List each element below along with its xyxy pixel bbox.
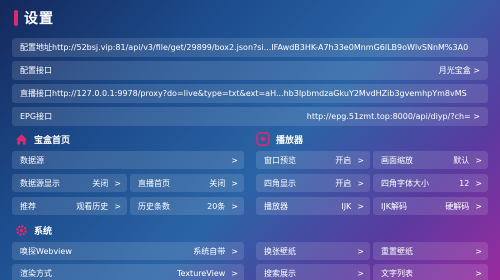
webview-label: 唤探Webview [20, 246, 72, 256]
recommend-label: 推荐 [20, 201, 36, 211]
render-mode-value: TextureView [177, 268, 226, 278]
corner-display-row[interactable]: 四角显示 开启 > [256, 174, 370, 192]
screen-scale-label: 画面缩放 [381, 155, 413, 165]
config-api-row[interactable]: 配置接口 月光宝盒 > [12, 61, 488, 80]
webview-value: 系统自带 [193, 246, 226, 256]
chevron-right-icon: > [357, 201, 364, 211]
live-home-value: 关闭 [209, 178, 226, 188]
section-home-header: 宝盒首页 [14, 130, 70, 148]
render-mode-label: 渲染方式 [20, 268, 52, 278]
screen-scale-value: 默认 [453, 155, 470, 165]
player-type-value: IJK [341, 201, 352, 211]
section-player-header: 播放器 [256, 130, 303, 148]
config-url-row[interactable]: 配置地址http://52bsj.vip:81/api/v3/file/get/… [12, 38, 488, 57]
chevron-right-icon: > [475, 246, 482, 256]
chevron-right-icon: > [475, 178, 482, 188]
section-system-header: 系统 [14, 221, 52, 239]
history-count-row[interactable]: 历史条数 20条 > [130, 197, 244, 215]
reset-wallpaper-label: 重置壁纸 [381, 246, 413, 256]
ijk-decode-row[interactable]: IJK解码 硬解码 > [373, 197, 488, 215]
corner-font-size-value: 12 [459, 178, 470, 188]
change-wallpaper-label: 换张壁纸 [264, 246, 296, 256]
home-icon [14, 132, 28, 146]
window-preview-value: 开启 [335, 155, 352, 165]
text-list-label: 文字列表 [381, 268, 413, 278]
chevron-right-icon: > [231, 268, 238, 278]
data-source-display-label: 数据源显示 [20, 178, 60, 188]
chevron-right-icon: > [114, 201, 121, 211]
ijk-decode-value: 硬解码 [445, 201, 470, 211]
chevron-right-icon: > [475, 155, 482, 165]
epg-api-label: EPG接口 [20, 112, 53, 121]
window-preview-row[interactable]: 窗口预览 开启 > [256, 151, 370, 169]
page-title: 设置 [24, 11, 54, 27]
change-wallpaper-row[interactable]: 换张壁纸 > [256, 242, 370, 260]
chevron-right-icon: > [475, 268, 482, 278]
player-type-label: 播放器 [264, 201, 288, 211]
window-preview-label: 窗口预览 [264, 155, 296, 165]
corner-display-value: 开启 [335, 178, 352, 188]
history-count-label: 历史条数 [138, 201, 170, 211]
chevron-right-icon: > [231, 246, 238, 256]
data-source-label: 数据源 [20, 155, 44, 165]
chevron-right-icon: > [357, 155, 364, 165]
epg-api-row[interactable]: EPG接口 http://epg.51zmt.top:8000/api/diyp… [12, 107, 488, 126]
corner-font-size-label: 四角字体大小 [381, 178, 429, 188]
corner-font-size-row[interactable]: 四角字体大小 12 > [373, 174, 488, 192]
data-source-display-value: 关闭 [92, 178, 109, 188]
chevron-right-icon: > [357, 246, 364, 256]
data-source-row[interactable]: 数据源 > [12, 151, 244, 169]
live-home-row[interactable]: 直播首页 关闭 > [130, 174, 244, 192]
chevron-right-icon: > [231, 201, 238, 211]
live-api-row[interactable]: 直播接口http://127.0.0.1:9978/proxy?do=live&… [12, 84, 488, 103]
data-source-display-row[interactable]: 数据源显示 关闭 > [12, 174, 127, 192]
chevron-right-icon: > [357, 268, 364, 278]
chevron-right-icon: > [114, 178, 121, 188]
title-accent-bar [14, 10, 18, 26]
reset-wallpaper-row[interactable]: 重置壁纸 > [373, 242, 488, 260]
live-home-label: 直播首页 [138, 178, 170, 188]
settings-icon [14, 223, 28, 237]
epg-api-value: http://epg.51zmt.top:8000/api/diyp/?ch= … [306, 112, 480, 121]
recommend-row[interactable]: 推荐 观看历史 > [12, 197, 127, 215]
player-icon [256, 132, 270, 146]
chevron-right-icon: > [231, 155, 238, 165]
recommend-value: 观看历史 [76, 201, 109, 211]
render-mode-row[interactable]: 渲染方式 TextureView > [12, 264, 244, 280]
section-system-title: 系统 [34, 226, 53, 237]
text-list-row[interactable]: 文字列表 > [373, 264, 488, 280]
search-display-row[interactable]: 搜索展示 > [256, 264, 370, 280]
section-player-title: 播放器 [276, 135, 304, 146]
search-display-label: 搜索展示 [264, 268, 296, 278]
screen-scale-row[interactable]: 画面缩放 默认 > [373, 151, 488, 169]
config-api-value: 月光宝盒 > [438, 66, 480, 75]
webview-row[interactable]: 唤探Webview 系统自带 > [12, 242, 244, 260]
section-home-title: 宝盒首页 [34, 135, 71, 146]
config-url-label: 配置地址http://52bsj.vip:81/api/v3/file/get/… [20, 43, 469, 52]
page-title-bar: 设置 [14, 8, 54, 28]
live-api-label: 直播接口http://127.0.0.1:9978/proxy?do=live&… [20, 89, 467, 98]
history-count-value: 20条 [207, 201, 226, 211]
player-type-row[interactable]: 播放器 IJK > [256, 197, 370, 215]
corner-display-label: 四角显示 [264, 178, 296, 188]
chevron-right-icon: > [231, 178, 238, 188]
ijk-decode-label: IJK解码 [381, 201, 407, 211]
chevron-right-icon: > [475, 201, 482, 211]
config-api-label: 配置接口 [20, 66, 52, 75]
chevron-right-icon: > [357, 178, 364, 188]
